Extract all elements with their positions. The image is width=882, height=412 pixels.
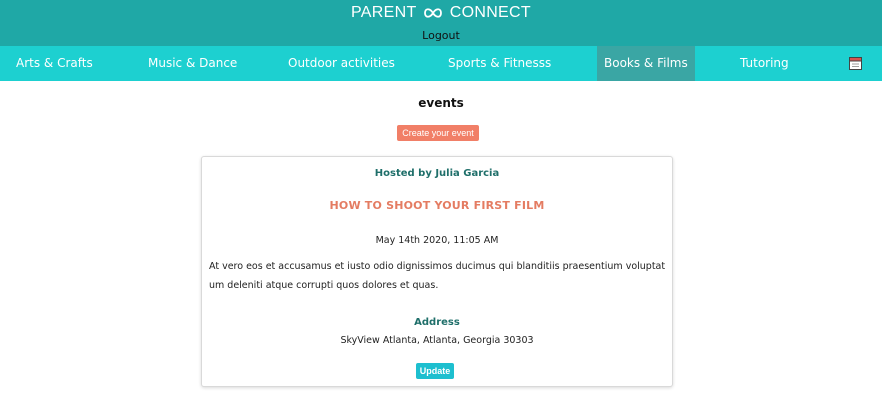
calendar-icon[interactable] xyxy=(849,55,862,70)
nav-item-music-dance[interactable]: Music & Dance xyxy=(148,46,237,81)
brand-logo[interactable]: PARENT CONNECT xyxy=(0,4,882,24)
nav-item-books-films[interactable]: Books & Films xyxy=(597,46,695,81)
event-title: HOW TO SHOOT YOUR FIRST FILM xyxy=(329,199,545,212)
event-datetime: May 14th 2020, 11:05 AM xyxy=(375,235,499,246)
event-host: Hosted by Julia Garcia xyxy=(374,168,500,179)
nav-item-tutoring[interactable]: Tutoring xyxy=(740,46,789,81)
category-navbar: Arts & Crafts Music & Dance Outdoor acti… xyxy=(0,46,882,81)
update-button[interactable]: Update xyxy=(416,363,454,379)
event-address: SkyView Atlanta, Atlanta, Georgia 30303 xyxy=(340,335,534,346)
page-title: events xyxy=(418,96,464,110)
nav-item-outdoor-activities[interactable]: Outdoor activities xyxy=(288,46,395,81)
event-description-line: um deleniti atque corrupti quos dolores … xyxy=(209,280,439,291)
nav-item-arts-crafts[interactable]: Arts & Crafts xyxy=(16,46,93,81)
logout-link[interactable]: Logout xyxy=(0,29,882,42)
nav-item-sports-fitness[interactable]: Sports & Fitnesss xyxy=(448,46,551,81)
event-card: Hosted by Julia Garcia HOW TO SHOOT YOUR… xyxy=(201,156,673,387)
brand-text-left: PARENT xyxy=(351,4,417,21)
brand-text-right: CONNECT xyxy=(449,4,531,21)
infinity-icon xyxy=(423,6,443,24)
create-event-button[interactable]: Create your event xyxy=(397,125,479,141)
top-header: PARENT CONNECT Logout xyxy=(0,0,882,46)
address-label: Address xyxy=(414,317,460,328)
event-description-line: At vero eos et accusamus et iusto odio d… xyxy=(209,261,666,272)
event-description: At vero eos et accusamus et iusto odio d… xyxy=(209,257,669,295)
